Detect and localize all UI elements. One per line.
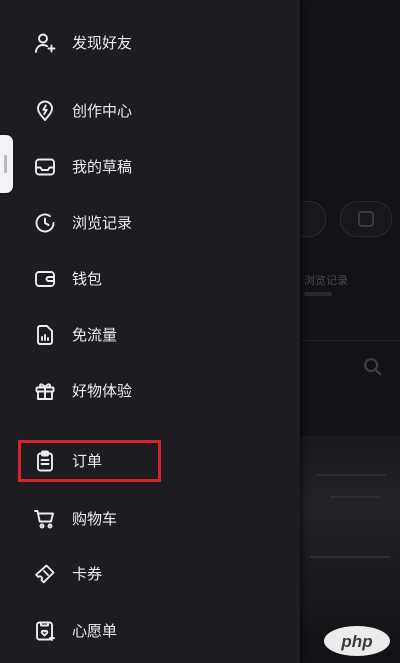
menu-item-coupons[interactable]: 卡券	[0, 552, 300, 596]
menu-item-cart[interactable]: 购物车	[0, 497, 300, 541]
search-icon	[362, 356, 384, 378]
menu-item-label: 我的草稿	[72, 158, 133, 176]
menu-item-drafts[interactable]: 我的草稿	[0, 145, 300, 189]
watermark-text: php	[340, 632, 372, 651]
menu-item-history[interactable]: 浏览记录	[0, 201, 300, 245]
menu-item-label: 心愿单	[72, 622, 118, 640]
drawer-handle[interactable]	[0, 135, 13, 193]
lightbulb-icon	[33, 99, 57, 123]
menu-item-label: 免流量	[72, 326, 118, 344]
orders-highlight-box	[18, 440, 161, 482]
menu-item-free-data[interactable]: 免流量	[0, 313, 300, 357]
menu-item-goods-trial[interactable]: 好物体验	[0, 369, 300, 413]
menu-item-label: 卡券	[72, 565, 103, 583]
background-app[interactable]: 浏览记录	[288, 0, 400, 663]
side-drawer: 发现好友 创作中心 我的草稿 浏览记录 钱包 免流量 好物体验 订单 购物车 卡…	[0, 0, 300, 663]
menu-item-wishlist[interactable]: 心愿单	[0, 609, 300, 653]
clock-icon	[33, 211, 57, 235]
background-history-text: 浏览记录	[304, 274, 348, 287]
menu-item-label: 创作中心	[72, 102, 133, 120]
drawer-grip	[4, 155, 7, 173]
data-file-icon	[33, 323, 57, 347]
background-divider	[300, 340, 400, 341]
wallet-icon	[33, 267, 57, 291]
menu-item-add-friend[interactable]: 发现好友	[0, 21, 300, 65]
menu-item-label: 浏览记录	[72, 214, 133, 232]
php-logo-icon: php	[322, 624, 392, 658]
wishlist-icon	[33, 619, 57, 643]
gift-icon	[33, 379, 57, 403]
menu-item-label: 好物体验	[72, 382, 133, 400]
app-screen: 浏览记录 发现好友 创作中心 我的草稿 浏览记录 钱包 免流量 好物体验 订单 …	[0, 0, 400, 663]
background-camera-button	[340, 201, 392, 237]
background-subtext	[304, 292, 332, 296]
menu-item-wallet[interactable]: 钱包	[0, 257, 300, 301]
menu-item-label: 钱包	[72, 270, 103, 288]
cart-icon	[33, 507, 57, 531]
background-video-thumbnail	[300, 436, 400, 636]
menu-item-creator-center[interactable]: 创作中心	[0, 89, 300, 133]
menu-item-label: 发现好友	[72, 34, 133, 52]
user-plus-icon	[33, 31, 57, 55]
menu-item-label: 购物车	[72, 510, 118, 528]
inbox-icon	[33, 155, 57, 179]
ticket-icon	[33, 562, 57, 586]
